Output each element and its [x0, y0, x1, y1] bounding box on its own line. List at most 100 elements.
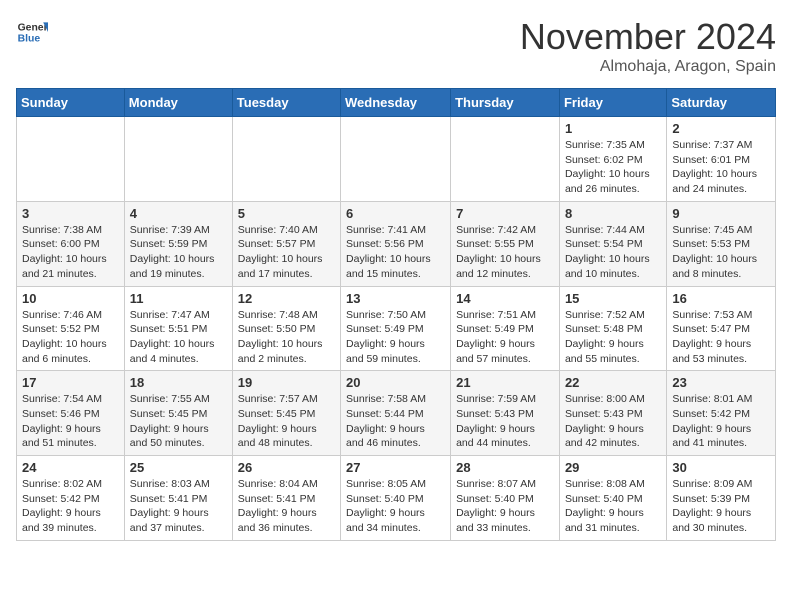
svg-text:Blue: Blue: [18, 34, 41, 45]
day-cell: 29 Sunrise: 8:08 AM Sunset: 5:40 PM Dayli…: [559, 456, 666, 541]
day-number: 11: [130, 291, 227, 306]
day-number: 16: [672, 291, 770, 306]
day-info: Sunrise: 7:40 AM Sunset: 5:57 PM Dayligh…: [238, 223, 335, 282]
day-info: Sunrise: 7:55 AM Sunset: 5:45 PM Dayligh…: [130, 392, 227, 451]
day-number: 17: [22, 375, 119, 390]
day-info: Sunrise: 7:53 AM Sunset: 5:47 PM Dayligh…: [672, 308, 770, 367]
page-header: General Blue November 2024 Almohaja, Ara…: [16, 16, 776, 76]
day-info: Sunrise: 8:07 AM Sunset: 5:40 PM Dayligh…: [456, 477, 554, 536]
day-info: Sunrise: 7:59 AM Sunset: 5:43 PM Dayligh…: [456, 392, 554, 451]
day-cell: 30 Sunrise: 8:09 AM Sunset: 5:39 PM Dayli…: [667, 456, 776, 541]
day-number: 27: [346, 460, 445, 475]
day-number: 4: [130, 206, 227, 221]
day-info: Sunrise: 7:58 AM Sunset: 5:44 PM Dayligh…: [346, 392, 445, 451]
day-number: 19: [238, 375, 335, 390]
day-cell: 15Sunrise: 7:52 AM Sunset: 5:48 PM Dayli…: [559, 286, 666, 371]
day-info: Sunrise: 8:09 AM Sunset: 5:39 PM Dayligh…: [672, 477, 770, 536]
week-row-1: 1Sunrise: 7:35 AM Sunset: 6:02 PM Daylig…: [17, 117, 776, 202]
day-number: 25: [130, 460, 227, 475]
day-number: 2: [672, 121, 770, 136]
day-cell: 13Sunrise: 7:50 AM Sunset: 5:49 PM Dayli…: [341, 286, 451, 371]
day-cell: 12Sunrise: 7:48 AM Sunset: 5:50 PM Dayli…: [232, 286, 340, 371]
day-info: Sunrise: 7:46 AM Sunset: 5:52 PM Dayligh…: [22, 308, 119, 367]
day-info: Sunrise: 7:41 AM Sunset: 5:56 PM Dayligh…: [346, 223, 445, 282]
day-number: 23: [672, 375, 770, 390]
day-info: Sunrise: 8:03 AM Sunset: 5:41 PM Dayligh…: [130, 477, 227, 536]
day-info: Sunrise: 7:38 AM Sunset: 6:00 PM Dayligh…: [22, 223, 119, 282]
day-number: 22: [565, 375, 661, 390]
logo-icon: General Blue: [16, 16, 48, 48]
weekday-header-sunday: Sunday: [17, 89, 125, 117]
day-cell: 6 Sunrise: 7:41 AM Sunset: 5:56 PM Daylig…: [341, 201, 451, 286]
month-title: November 2024: [520, 16, 776, 58]
day-cell: [341, 117, 451, 202]
day-cell: 27 Sunrise: 8:05 AM Sunset: 5:40 PM Dayli…: [341, 456, 451, 541]
day-cell: 21 Sunrise: 7:59 AM Sunset: 5:43 PM Dayli…: [451, 371, 560, 456]
day-cell: 22 Sunrise: 8:00 AM Sunset: 5:43 PM Dayli…: [559, 371, 666, 456]
day-cell: 16 Sunrise: 7:53 AM Sunset: 5:47 PM Dayli…: [667, 286, 776, 371]
day-cell: 11 Sunrise: 7:47 AM Sunset: 5:51 PM Dayli…: [124, 286, 232, 371]
day-info: Sunrise: 7:52 AM Sunset: 5:48 PM Dayligh…: [565, 308, 661, 367]
logo: General Blue: [16, 16, 48, 48]
location: Almohaja, Aragon, Spain: [520, 58, 776, 76]
svg-text:General: General: [18, 22, 48, 33]
day-info: Sunrise: 8:04 AM Sunset: 5:41 PM Dayligh…: [238, 477, 335, 536]
day-info: Sunrise: 8:01 AM Sunset: 5:42 PM Dayligh…: [672, 392, 770, 451]
day-number: 21: [456, 375, 554, 390]
day-number: 9: [672, 206, 770, 221]
day-info: Sunrise: 8:08 AM Sunset: 5:40 PM Dayligh…: [565, 477, 661, 536]
day-number: 30: [672, 460, 770, 475]
day-number: 3: [22, 206, 119, 221]
week-row-5: 24 Sunrise: 8:02 AM Sunset: 5:42 PM Dayli…: [17, 456, 776, 541]
day-cell: 7 Sunrise: 7:42 AM Sunset: 5:55 PM Daylig…: [451, 201, 560, 286]
day-cell: 2Sunrise: 7:37 AM Sunset: 6:01 PM Daylig…: [667, 117, 776, 202]
day-info: Sunrise: 7:54 AM Sunset: 5:46 PM Dayligh…: [22, 392, 119, 451]
day-number: 7: [456, 206, 554, 221]
week-row-3: 10 Sunrise: 7:46 AM Sunset: 5:52 PM Dayli…: [17, 286, 776, 371]
day-cell: 26 Sunrise: 8:04 AM Sunset: 5:41 PM Dayli…: [232, 456, 340, 541]
calendar-table: SundayMondayTuesdayWednesdayThursdayFrid…: [16, 88, 776, 541]
day-number: 29: [565, 460, 661, 475]
day-cell: 19 Sunrise: 7:57 AM Sunset: 5:45 PM Dayli…: [232, 371, 340, 456]
day-number: 10: [22, 291, 119, 306]
day-cell: 24 Sunrise: 8:02 AM Sunset: 5:42 PM Dayli…: [17, 456, 125, 541]
day-number: 26: [238, 460, 335, 475]
day-cell: 9 Sunrise: 7:45 AM Sunset: 5:53 PM Daylig…: [667, 201, 776, 286]
weekday-header-monday: Monday: [124, 89, 232, 117]
day-cell: 23 Sunrise: 8:01 AM Sunset: 5:42 PM Dayli…: [667, 371, 776, 456]
day-cell: 17 Sunrise: 7:54 AM Sunset: 5:46 PM Dayli…: [17, 371, 125, 456]
weekday-header-wednesday: Wednesday: [341, 89, 451, 117]
day-info: Sunrise: 7:44 AM Sunset: 5:54 PM Dayligh…: [565, 223, 661, 282]
day-cell: 3 Sunrise: 7:38 AM Sunset: 6:00 PM Daylig…: [17, 201, 125, 286]
day-number: 18: [130, 375, 227, 390]
title-block: November 2024 Almohaja, Aragon, Spain: [520, 16, 776, 76]
day-info: Sunrise: 7:35 AM Sunset: 6:02 PM Dayligh…: [565, 138, 661, 197]
week-row-2: 3 Sunrise: 7:38 AM Sunset: 6:00 PM Daylig…: [17, 201, 776, 286]
day-info: Sunrise: 7:47 AM Sunset: 5:51 PM Dayligh…: [130, 308, 227, 367]
day-number: 6: [346, 206, 445, 221]
day-number: 13: [346, 291, 445, 306]
day-info: Sunrise: 8:00 AM Sunset: 5:43 PM Dayligh…: [565, 392, 661, 451]
day-cell: 4 Sunrise: 7:39 AM Sunset: 5:59 PM Daylig…: [124, 201, 232, 286]
weekday-header-thursday: Thursday: [451, 89, 560, 117]
day-number: 24: [22, 460, 119, 475]
day-cell: 1Sunrise: 7:35 AM Sunset: 6:02 PM Daylig…: [559, 117, 666, 202]
day-info: Sunrise: 7:45 AM Sunset: 5:53 PM Dayligh…: [672, 223, 770, 282]
day-info: Sunrise: 7:39 AM Sunset: 5:59 PM Dayligh…: [130, 223, 227, 282]
day-cell: [124, 117, 232, 202]
weekday-header-row: SundayMondayTuesdayWednesdayThursdayFrid…: [17, 89, 776, 117]
weekday-header-tuesday: Tuesday: [232, 89, 340, 117]
day-number: 8: [565, 206, 661, 221]
day-cell: 28Sunrise: 8:07 AM Sunset: 5:40 PM Dayli…: [451, 456, 560, 541]
day-cell: 5Sunrise: 7:40 AM Sunset: 5:57 PM Daylig…: [232, 201, 340, 286]
day-info: Sunrise: 7:57 AM Sunset: 5:45 PM Dayligh…: [238, 392, 335, 451]
day-info: Sunrise: 8:02 AM Sunset: 5:42 PM Dayligh…: [22, 477, 119, 536]
day-info: Sunrise: 8:05 AM Sunset: 5:40 PM Dayligh…: [346, 477, 445, 536]
day-number: 12: [238, 291, 335, 306]
day-cell: 8 Sunrise: 7:44 AM Sunset: 5:54 PM Daylig…: [559, 201, 666, 286]
day-number: 14: [456, 291, 554, 306]
day-info: Sunrise: 7:42 AM Sunset: 5:55 PM Dayligh…: [456, 223, 554, 282]
day-info: Sunrise: 7:51 AM Sunset: 5:49 PM Dayligh…: [456, 308, 554, 367]
day-cell: [451, 117, 560, 202]
day-cell: 20Sunrise: 7:58 AM Sunset: 5:44 PM Dayli…: [341, 371, 451, 456]
